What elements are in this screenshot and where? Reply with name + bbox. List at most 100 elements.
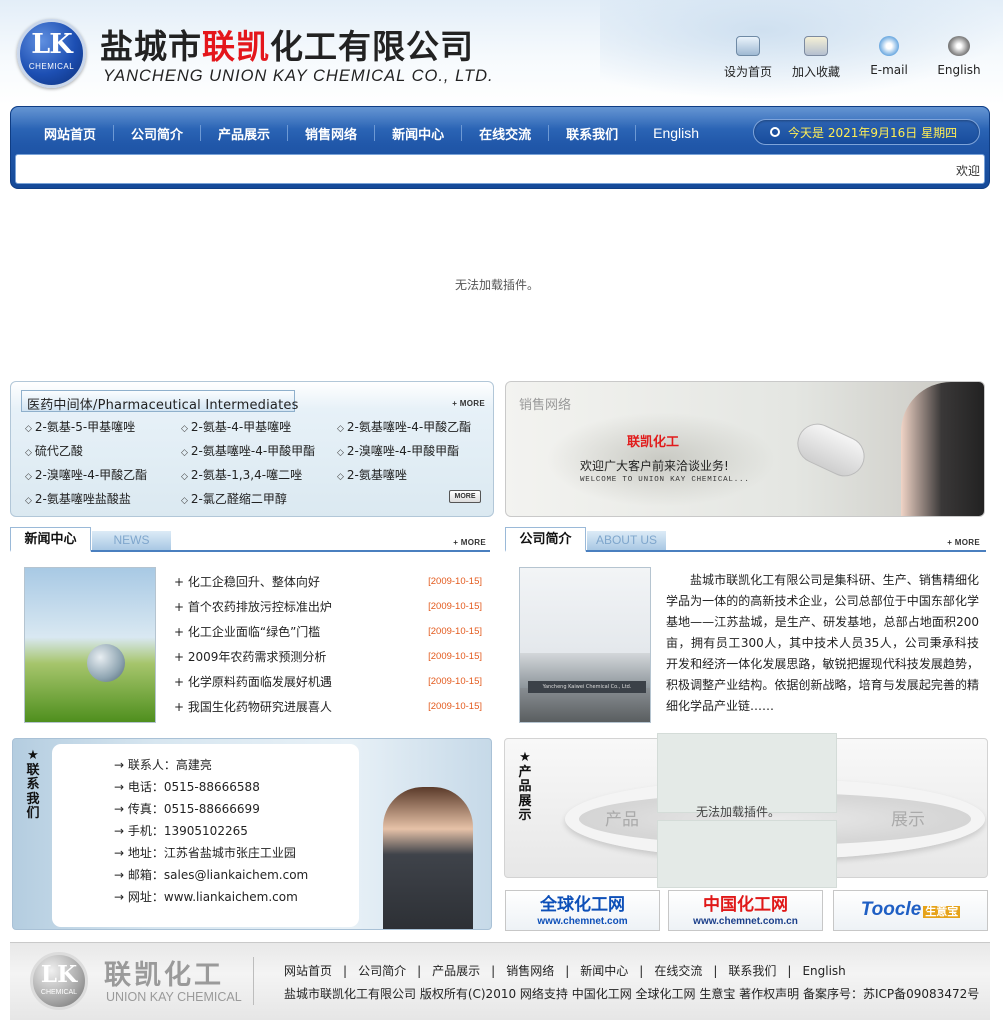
footer-link-news[interactable]: 新闻中心	[580, 962, 628, 979]
contact-person: 联系人：高建亮	[114, 756, 308, 778]
footer-link-chat[interactable]: 在线交流	[654, 962, 702, 979]
news-item[interactable]: 化工企稳回升、整体向好 [2009-10-15]	[174, 573, 482, 598]
pharma-item[interactable]: 2-溴噻唑-4-甲酸乙酯	[25, 466, 181, 482]
news-date: [2009-10-15]	[428, 576, 482, 587]
tab-news-center[interactable]: 新闻中心	[10, 527, 91, 552]
footer-link-about[interactable]: 公司简介	[358, 962, 406, 979]
sales-brand-name: 联凯化工	[627, 435, 680, 450]
banner-title: Toocle 生意宝	[834, 899, 987, 923]
footer-divider	[253, 957, 254, 1005]
site-header: LK CHEMICAL 盐城市联凯化工有限公司 YANCHENG UNION K…	[0, 0, 1003, 105]
tab-company-intro[interactable]: 公司简介	[505, 527, 586, 552]
globe-graphic	[87, 644, 125, 682]
contact-phone: 电话：0515-88666588	[114, 778, 308, 800]
chemnet-china-banner[interactable]: 中国化工网 www.chemnet.com.cn	[668, 890, 823, 931]
footer-separator: |	[491, 963, 496, 978]
pharma-item[interactable]: 2-溴噻唑-4-甲酸甲酯	[337, 442, 493, 458]
pharma-intermediates-panel: 医药中间体/Pharmaceutical Intermediates + MOR…	[10, 381, 494, 517]
footer-copyright: 盐城市联凯化工有限公司 版权所有(C)2010 网络支持 中国化工网 全球化工网…	[284, 987, 980, 1001]
footer-link-products[interactable]: 产品展示	[432, 962, 480, 979]
tab-news-en[interactable]: NEWS	[92, 531, 171, 550]
news-date: [2009-10-15]	[428, 701, 482, 712]
about-more-link[interactable]: + MORE	[947, 538, 980, 547]
banner-title: 中国化工网	[703, 895, 788, 915]
footer-separator: |	[639, 963, 644, 978]
banner-title: 全球化工网	[540, 895, 625, 915]
pharma-item[interactable]: 2-氨基噻唑盐酸盐	[25, 490, 181, 506]
cd-disc-icon	[948, 36, 970, 56]
logo-letters: LK	[31, 29, 72, 60]
news-title[interactable]: 首个农药排放污控标准出炉	[174, 598, 332, 623]
plugin-placeholder-top	[657, 733, 837, 813]
contact-website[interactable]: 网址：www.liankaichem.com	[114, 888, 308, 910]
plugin-placeholder-bottom	[657, 820, 837, 888]
nav-contact[interactable]: 联系我们	[549, 124, 635, 143]
customer-service-woman-image	[383, 787, 473, 929]
email-link[interactable]: E-mail	[854, 36, 924, 77]
contact-panel: ★联系我们 联系人：高建亮 电话：0515-88666588 传真：0515-8…	[12, 738, 492, 930]
footer-separator: |	[417, 963, 422, 978]
company-logo-badge[interactable]: LK CHEMICAL	[17, 19, 86, 88]
english-version-link[interactable]: English	[924, 36, 994, 77]
pharma-item[interactable]: 2-氨基-4-甲基噻唑	[181, 418, 337, 434]
footer-link-contact[interactable]: 联系我们	[728, 962, 776, 979]
toocle-badge: 生意宝	[923, 906, 961, 918]
products-vertical-label: ★产品展示	[518, 750, 532, 823]
sales-network-banner[interactable]: 销售网络 联凯化工 欢迎广大客户前来洽谈业务! WELCOME TO UNION…	[505, 381, 985, 517]
pharma-item[interactable]: 2-氨基噻唑-4-甲酸甲酯	[181, 442, 337, 458]
pharma-item[interactable]: 2-氨基-5-甲基噻唑	[25, 418, 181, 434]
logo-caption: CHEMICAL	[28, 62, 75, 71]
news-item[interactable]: 化工企业面临“绿色”门槛 [2009-10-15]	[174, 623, 482, 648]
date-display: 今天是 2021年9月16日 星期四	[753, 119, 980, 145]
news-title[interactable]: 2009年农药需求预测分析	[174, 648, 327, 673]
news-date: [2009-10-15]	[428, 626, 482, 637]
contact-email[interactable]: 邮箱：sales@liankaichem.com	[114, 866, 308, 888]
nav-news[interactable]: 新闻中心	[375, 124, 461, 143]
pharma-more-button[interactable]: MORE	[449, 490, 481, 503]
nav-sales-network[interactable]: 销售网络	[288, 124, 374, 143]
nav-english[interactable]: English	[636, 125, 716, 141]
add-favorite-label: 加入收藏	[791, 65, 840, 79]
announcement-text: 欢迎	[955, 164, 980, 178]
news-title[interactable]: 我国生化药物研究进展喜人	[174, 698, 332, 723]
news-title[interactable]: 化工企业面临“绿色”门槛	[174, 623, 320, 648]
announcement-bar: 欢迎	[15, 154, 985, 184]
company-name-cn-part3: 化工有限公司	[270, 27, 474, 66]
add-favorite-link[interactable]: 加入收藏	[781, 36, 851, 80]
news-item[interactable]: 化学原料药面临发展好机遇 [2009-10-15]	[174, 673, 482, 698]
news-item[interactable]: 2009年农药需求预测分析 [2009-10-15]	[174, 648, 482, 673]
company-name-en: YANCHENG UNION KAY CHEMICAL CO., LTD.	[103, 67, 494, 85]
footer-separator: |	[343, 963, 348, 978]
news-title[interactable]: 化学原料药面临发展好机遇	[174, 673, 332, 698]
news-list: 化工企稳回升、整体向好 [2009-10-15] 首个农药排放污控标准出炉 [2…	[174, 573, 482, 723]
nav-online-chat[interactable]: 在线交流	[462, 124, 548, 143]
pharma-item[interactable]: 2-氯乙醛缩二甲醇	[181, 490, 337, 506]
news-item[interactable]: 我国生化药物研究进展喜人 [2009-10-15]	[174, 698, 482, 723]
nav-products[interactable]: 产品展示	[201, 124, 287, 143]
email-globe-icon	[879, 36, 899, 56]
contact-vertical-label: ★联系我们	[26, 748, 40, 821]
pharma-item[interactable]: 2-氨基-1,3,4-噻二唑	[181, 466, 337, 482]
set-homepage-label: 设为首页	[723, 65, 772, 79]
pharma-product-list: 2-氨基-5-甲基噻唑 2-氨基-4-甲基噻唑 2-氨基噻唑-4-甲酸乙酯 硫代…	[25, 418, 491, 506]
tab-about-us-en[interactable]: ABOUT US	[587, 531, 666, 550]
pharma-item[interactable]: 2-氨基噻唑	[337, 466, 493, 482]
set-homepage-link[interactable]: 设为首页	[713, 36, 783, 80]
news-more-link[interactable]: + MORE	[453, 538, 486, 547]
nav-home[interactable]: 网站首页	[27, 124, 113, 143]
footer-link-english[interactable]: English	[802, 964, 845, 978]
footer-separator: |	[713, 963, 718, 978]
news-title[interactable]: 化工企稳回升、整体向好	[174, 573, 320, 598]
pharma-more-link[interactable]: + MORE	[452, 399, 485, 408]
footer-link-home[interactable]: 网站首页	[284, 962, 332, 979]
pharma-item[interactable]: 2-氨基噻唑-4-甲酸乙酯	[337, 418, 493, 434]
footer-brand-cn: 联凯化工	[104, 960, 224, 991]
footer-link-sales[interactable]: 销售网络	[506, 962, 554, 979]
pharma-item[interactable]: 硫代乙酸	[25, 442, 181, 458]
toocle-banner[interactable]: Toocle 生意宝	[833, 890, 988, 931]
nav-about[interactable]: 公司简介	[114, 124, 200, 143]
monitor-icon	[736, 36, 760, 56]
company-name-cn: 盐城市联凯化工有限公司	[100, 20, 474, 68]
news-item[interactable]: 首个农药排放污控标准出炉 [2009-10-15]	[174, 598, 482, 623]
chemnet-global-banner[interactable]: 全球化工网 www.chemnet.com	[505, 890, 660, 931]
